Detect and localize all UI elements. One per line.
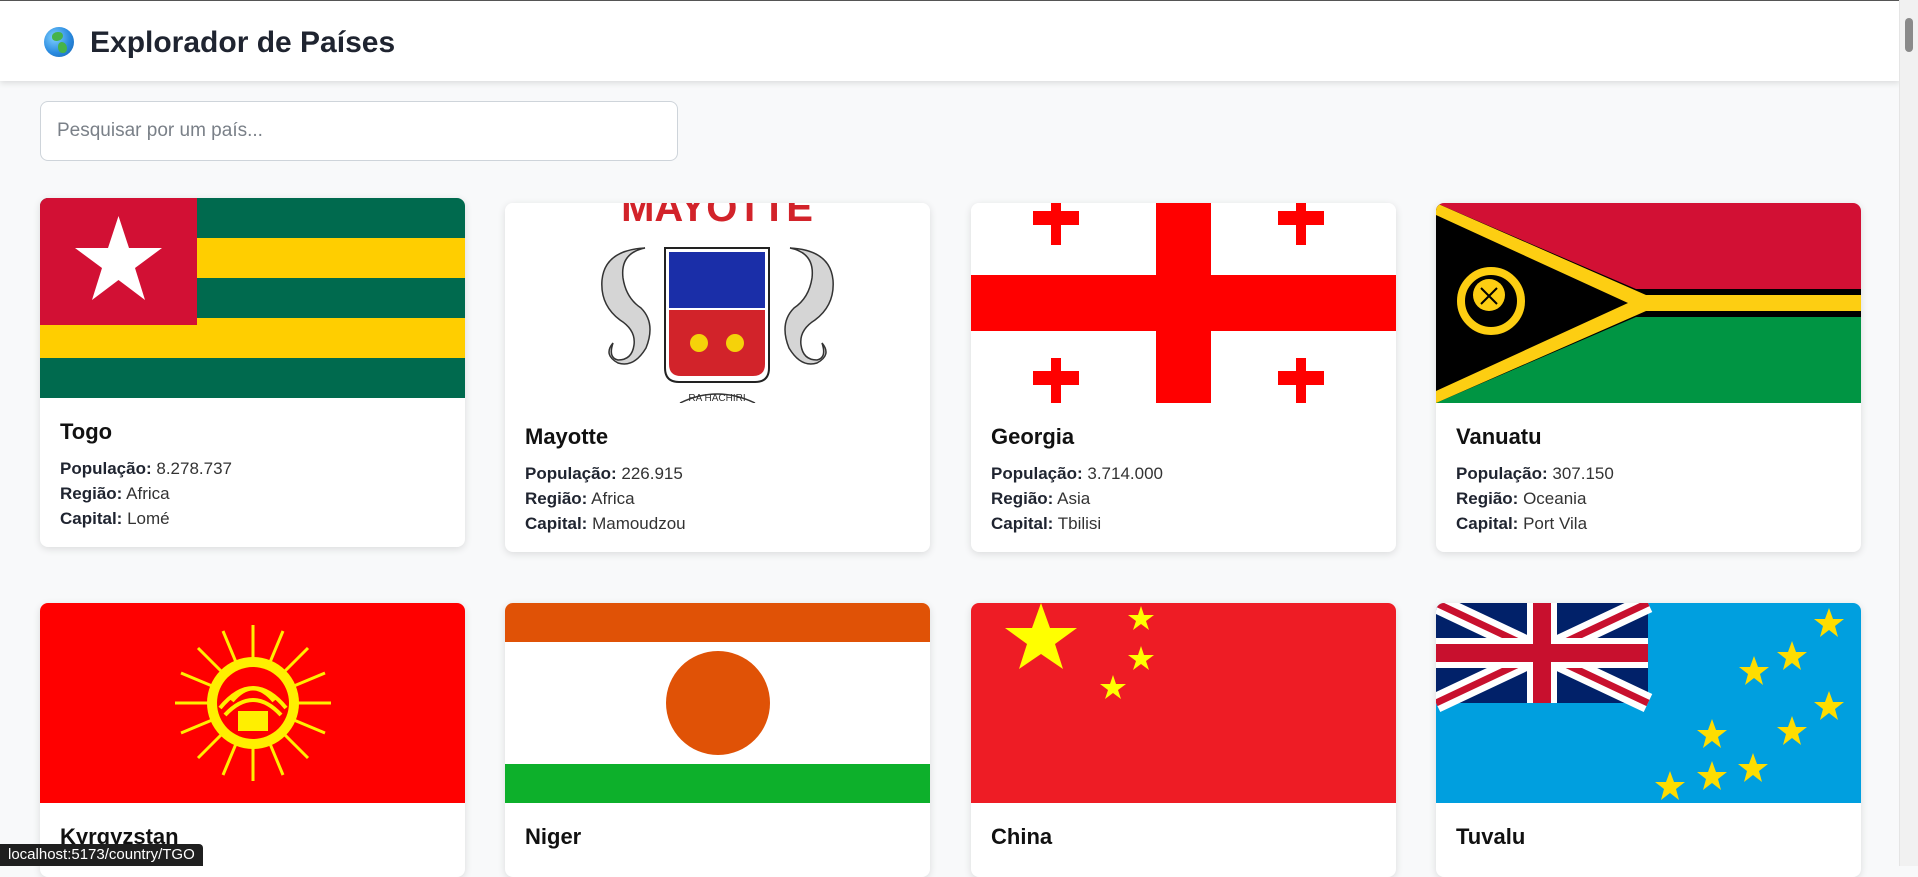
country-name: Togo — [60, 419, 113, 444]
app-header: Explorador de Países — [0, 0, 1900, 81]
search-input[interactable] — [40, 101, 678, 161]
country-name: Vanuatu — [1456, 424, 1542, 449]
country-name: Georgia — [991, 424, 1075, 449]
capital-row: Capital: Mamoudzou — [525, 514, 686, 533]
country-card-tuvalu[interactable]: Tuvalu — [1436, 603, 1861, 877]
georgia-flag — [971, 203, 1396, 403]
country-card-vanuatu[interactable]: Vanuatu População: 307.150 Região: Ocean… — [1436, 203, 1861, 552]
country-card-kyrgyzstan[interactable]: Kyrgyzstan — [40, 603, 465, 877]
population-row: População: 3.714.000 — [991, 464, 1163, 483]
country-card-togo[interactable]: Togo População: 8.278.737 Região: Africa… — [40, 198, 465, 547]
population-row: População: 307.150 — [1456, 464, 1614, 483]
region-row: Região: Asia — [991, 489, 1091, 508]
svg-text:RA HACHIRI: RA HACHIRI — [688, 393, 745, 403]
togo-flag — [40, 198, 465, 398]
vanuatu-flag — [1436, 203, 1861, 403]
population-row: População: 8.278.737 — [60, 459, 232, 478]
country-card-mayotte[interactable]: MAYOTTE RA HACHIRI Mayotte População: 22… — [505, 203, 930, 552]
country-card-niger[interactable]: Niger — [505, 603, 930, 877]
country-name: China — [991, 824, 1053, 849]
svg-text:MAYOTTE: MAYOTTE — [621, 203, 813, 230]
capital-row: Capital: Tbilisi — [991, 514, 1102, 533]
country-name: Niger — [525, 824, 582, 849]
kyrgyzstan-flag — [40, 603, 465, 803]
niger-flag — [505, 603, 930, 803]
country-name: Mayotte — [525, 424, 609, 449]
page-title: Explorador de Países — [90, 26, 396, 59]
mayotte-flag: MAYOTTE RA HACHIRI — [505, 203, 930, 403]
capital-row: Capital: Port Vila — [1456, 514, 1588, 533]
region-row: Região: Africa — [60, 484, 170, 503]
china-flag — [971, 603, 1396, 803]
tuvalu-flag — [1436, 603, 1861, 803]
country-card-georgia[interactable]: Georgia População: 3.714.000 Região: Asi… — [971, 203, 1396, 552]
country-card-china[interactable]: China — [971, 603, 1396, 877]
population-row: População: 226.915 — [525, 464, 683, 483]
capital-row: Capital: Lomé — [60, 509, 170, 528]
globe-icon — [44, 27, 74, 57]
region-row: Região: Oceania — [1456, 489, 1587, 508]
country-name: Tuvalu — [1456, 824, 1526, 849]
link-preview-status: localhost:5173/country/TGO — [0, 844, 203, 866]
region-row: Região: Africa — [525, 489, 635, 508]
scrollbar-thumb[interactable] — [1905, 18, 1913, 52]
page-scrollbar[interactable] — [1899, 0, 1918, 866]
